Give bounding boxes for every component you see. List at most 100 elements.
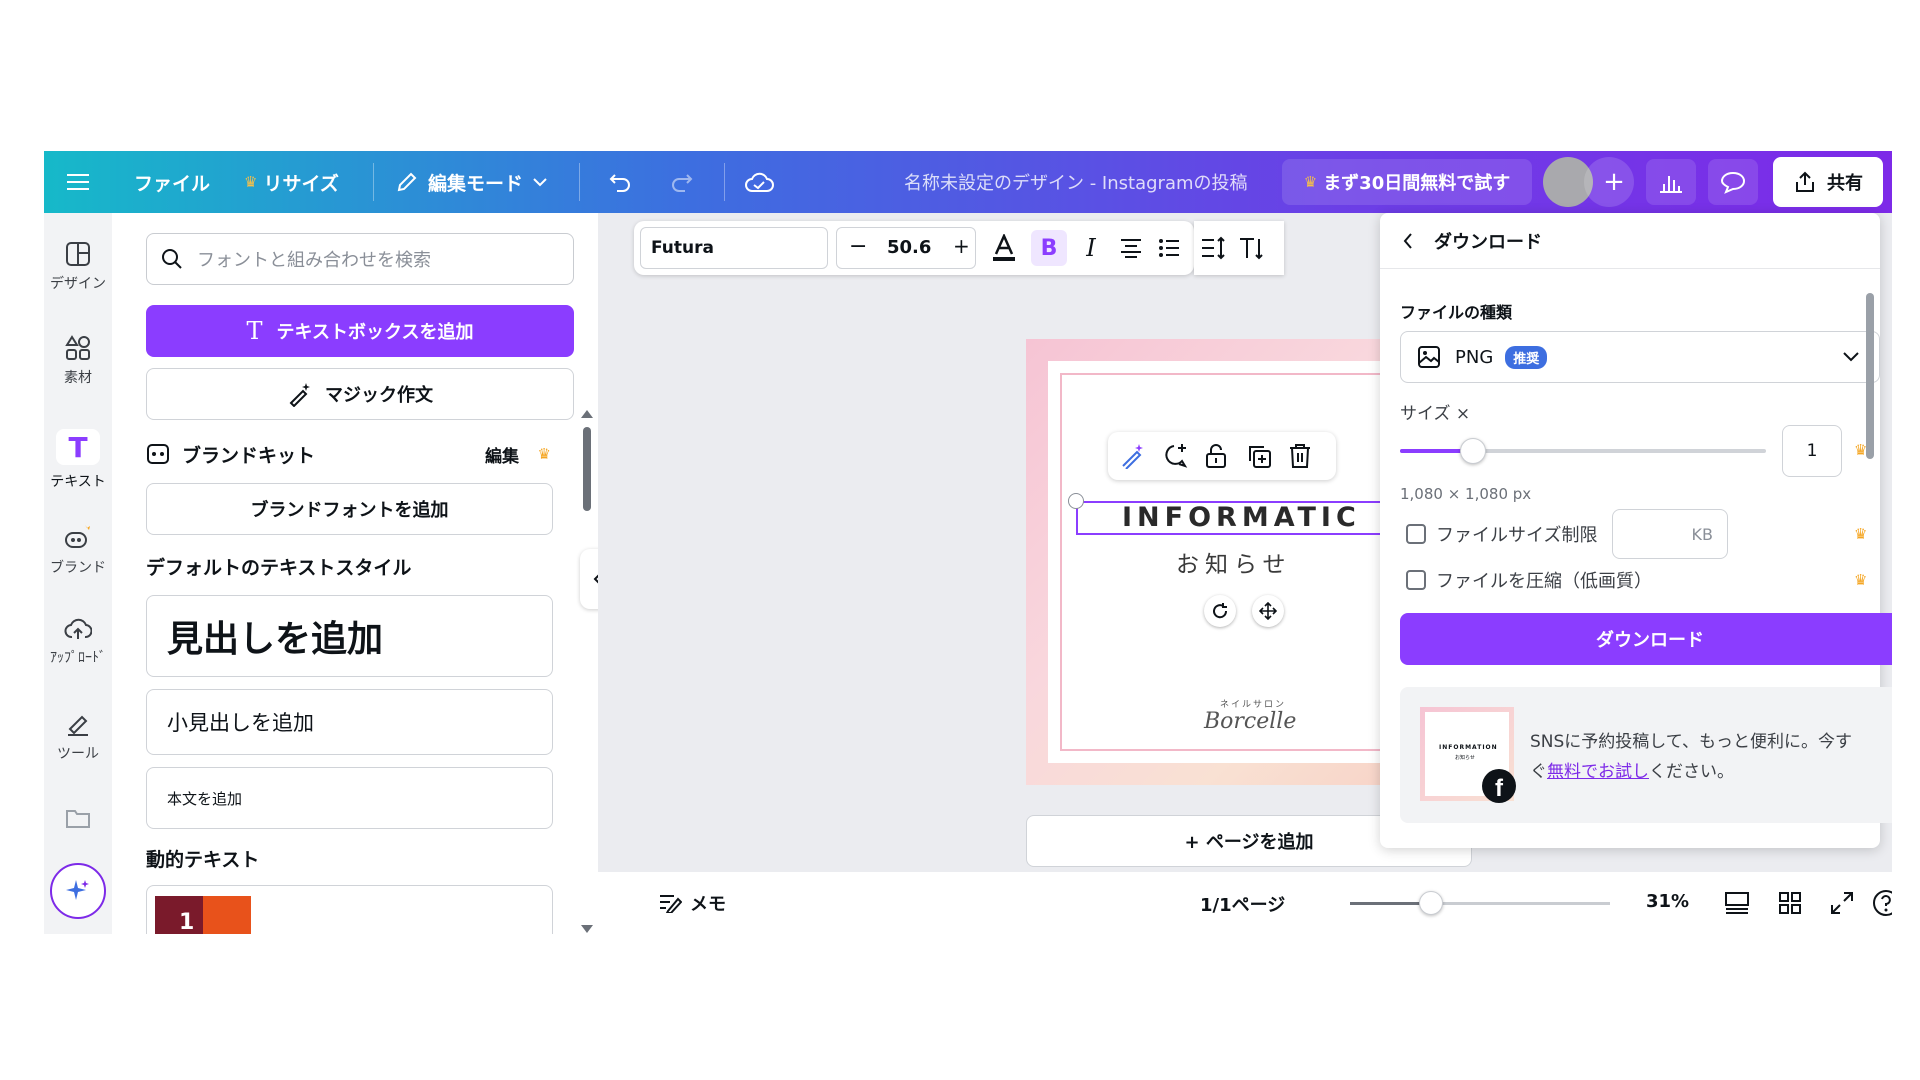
dynamic-text-card[interactable]: 1: [146, 885, 553, 934]
nav-design[interactable]: デザイン: [44, 241, 112, 293]
move-handle[interactable]: [1252, 595, 1284, 627]
help-icon[interactable]: [1872, 889, 1892, 917]
share-label: 共有: [1827, 173, 1863, 194]
italic-button[interactable]: I: [1074, 221, 1108, 275]
promo-text-line2-pre: ぐ: [1530, 762, 1547, 782]
align-button[interactable]: [1114, 221, 1148, 275]
text-t-icon: T: [246, 317, 263, 345]
nav-brand[interactable]: ブランド: [44, 523, 112, 577]
spacing-icon[interactable]: [1200, 236, 1226, 260]
free-trial-button[interactable]: ♛ まず30日間無料で試す: [1282, 159, 1532, 205]
nav-uploads[interactable]: ｱｯﾌﾟﾛｰﾄﾞ: [44, 617, 112, 667]
magic-edit-icon[interactable]: [1120, 443, 1146, 469]
promo-thumbnail: INFORMATION お知らせ f: [1420, 707, 1516, 803]
page-indicator[interactable]: 1/1ページ: [1200, 891, 1285, 917]
crown-icon: ♛: [537, 445, 551, 463]
compress-row[interactable]: ファイルを圧縮（低画質）: [1406, 567, 1652, 593]
edit-mode-dropdown[interactable]: 編集モード: [396, 151, 547, 213]
panel-scrollbar[interactable]: [583, 427, 591, 511]
add-brand-font-button[interactable]: ブランドフォントを追加: [146, 483, 553, 535]
brand-name-text[interactable]: Borcelle: [1204, 709, 1296, 734]
trash-icon[interactable]: [1288, 443, 1312, 469]
text-size-icon[interactable]: [1238, 236, 1266, 260]
bottom-bar: メモ 1/1ページ 31%: [598, 872, 1892, 934]
undo-icon[interactable]: [600, 151, 640, 213]
file-size-limit-row[interactable]: ファイルサイズ制限: [1406, 521, 1597, 547]
font-family-select[interactable]: Futura: [640, 227, 828, 269]
font-size-increase[interactable]: +: [953, 234, 970, 258]
file-type-label: ファイルの種類: [1400, 303, 1513, 322]
share-icon: [1796, 171, 1814, 192]
download-panel: ダウンロード ファイルの種類 PNG 推奨 サイズ × 1 ♛ 1,080 × …: [1380, 213, 1892, 848]
redo-icon[interactable]: [662, 151, 702, 213]
bold-button[interactable]: B: [1030, 221, 1068, 275]
plus-icon: +: [1603, 167, 1625, 197]
add-textbox-button[interactable]: T テキストボックスを追加: [146, 305, 574, 357]
comments-button[interactable]: [1708, 159, 1758, 205]
duplicate-icon[interactable]: [1246, 443, 1272, 469]
magic-write-button[interactable]: マジック作文: [146, 368, 574, 420]
font-size-decrease[interactable]: −: [849, 234, 867, 259]
scroll-down-arrow[interactable]: [581, 925, 593, 933]
list-button[interactable]: [1152, 221, 1186, 275]
selection-handle[interactable]: [1068, 493, 1084, 509]
grid-view-icon[interactable]: [1778, 891, 1802, 915]
add-subheading-card[interactable]: 小見出しを追加: [146, 689, 553, 755]
nav-text[interactable]: T テキスト: [44, 429, 112, 491]
font-search-input[interactable]: フォントと組み合わせを検索: [146, 233, 574, 285]
file-type-select[interactable]: PNG 推奨: [1400, 331, 1880, 383]
add-body-card[interactable]: 本文を追加: [146, 767, 553, 829]
zoom-slider[interactable]: [1350, 891, 1610, 915]
share-button[interactable]: 共有: [1773, 157, 1883, 207]
crown-icon: ♛: [1303, 173, 1318, 191]
fullscreen-icon[interactable]: [1830, 891, 1854, 915]
promo-free-trial-link[interactable]: 無料でお試し: [1547, 762, 1649, 782]
file-size-limit-checkbox[interactable]: [1406, 524, 1426, 544]
scroll-up-arrow[interactable]: [581, 410, 593, 418]
nav-elements-label: 素材: [64, 370, 92, 386]
chevron-down-icon: [1843, 352, 1859, 362]
cloud-saved-icon[interactable]: [736, 151, 782, 213]
size-input[interactable]: 1: [1782, 425, 1842, 477]
nav-elements[interactable]: 素材: [44, 335, 112, 387]
download-scrollbar[interactable]: [1866, 293, 1874, 459]
page-view-icon[interactable]: [1724, 891, 1750, 915]
menu-icon[interactable]: [58, 151, 98, 213]
document-title[interactable]: 名称未設定のデザイン - Instagramの投稿: [904, 151, 1248, 213]
nav-projects[interactable]: [44, 807, 112, 835]
kb-placeholder: KB: [1691, 524, 1713, 544]
rotate-handle[interactable]: [1204, 595, 1236, 627]
subheading-card-label: 小見出しを追加: [167, 711, 314, 735]
kb-input[interactable]: KB: [1612, 509, 1728, 559]
lock-icon[interactable]: [1204, 443, 1228, 469]
zoom-value[interactable]: 31%: [1646, 891, 1689, 912]
text-color-button[interactable]: [984, 221, 1024, 275]
info-title[interactable]: INFORMATIC: [1122, 502, 1361, 533]
file-menu[interactable]: ファイル: [134, 151, 210, 213]
brand-kit-edit-link[interactable]: 編集: [485, 442, 519, 467]
magic-wand-icon: [289, 383, 310, 407]
compress-checkbox[interactable]: [1406, 570, 1426, 590]
oshirase-text[interactable]: お知らせ: [1176, 545, 1292, 579]
font-family-value: Futura: [651, 238, 714, 258]
add-collaborator-button[interactable]: +: [1584, 157, 1634, 207]
add-textbox-label: テキストボックスを追加: [276, 322, 474, 343]
analytics-button[interactable]: [1646, 159, 1696, 205]
size-slider-thumb[interactable]: [1460, 438, 1487, 464]
rotate-icon: [1213, 603, 1228, 619]
size-slider[interactable]: [1400, 438, 1766, 464]
tools-icon: [68, 715, 88, 736]
notes-button[interactable]: メモ: [658, 890, 726, 916]
resize-button[interactable]: ♛ リサイズ: [244, 151, 339, 213]
back-chevron-icon[interactable]: [1402, 232, 1414, 249]
download-button[interactable]: ダウンロード: [1400, 613, 1892, 665]
search-placeholder: フォントと組み合わせを検索: [197, 250, 431, 271]
comment-add-icon[interactable]: [1162, 443, 1188, 469]
nav-tools[interactable]: ツール: [44, 711, 112, 763]
magic-button[interactable]: [50, 863, 106, 919]
add-page-label: + ページを追加: [1184, 832, 1314, 853]
zoom-slider-thumb[interactable]: [1418, 891, 1443, 915]
font-size-value[interactable]: 50.6: [887, 237, 931, 258]
add-heading-card[interactable]: 見出しを追加: [146, 595, 553, 677]
default-styles-heading: デフォルトのテキストスタイル: [146, 557, 412, 579]
